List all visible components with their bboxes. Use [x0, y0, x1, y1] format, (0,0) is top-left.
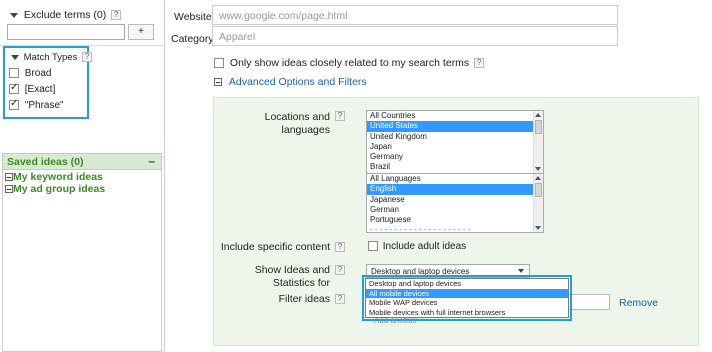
- match-type-phrase[interactable]: "Phrase": [9, 98, 64, 111]
- saved-idea-item[interactable]: My ad group ideas: [5, 183, 105, 195]
- device-dropdown-list[interactable]: Desktop and laptop devices All mobile de…: [365, 278, 569, 318]
- remove-filter-link[interactable]: Remove: [619, 297, 658, 309]
- expand-triangle-icon: [11, 54, 19, 60]
- match-type-label: "Phrase": [24, 100, 64, 111]
- checkbox[interactable]: [214, 58, 224, 69]
- location-option[interactable]: Germany: [367, 152, 543, 162]
- saved-ideas-title: Saved ideas (0): [7, 156, 84, 168]
- website-placeholder: www.google.com/page.html: [219, 10, 348, 22]
- expand-triangle-icon: [10, 12, 18, 18]
- location-option[interactable]: Japan: [367, 142, 543, 152]
- help-icon[interactable]: ?: [474, 58, 485, 69]
- help-icon[interactable]: ?: [335, 294, 345, 304]
- exclude-terms-label: Exclude terms (0): [23, 9, 107, 21]
- language-option[interactable]: Portuguese: [367, 215, 543, 225]
- advanced-options-toggle[interactable]: Advanced Options and Filters: [214, 76, 367, 88]
- scrollbar[interactable]: [533, 174, 543, 232]
- collapse-box-icon[interactable]: [5, 185, 13, 194]
- add-exclude-button[interactable]: +: [128, 24, 154, 40]
- help-icon[interactable]: ?: [81, 52, 92, 63]
- help-icon[interactable]: ?: [335, 242, 345, 252]
- category-label: Category: [171, 33, 214, 45]
- category-input[interactable]: Apparel: [212, 26, 618, 46]
- advanced-options-link[interactable]: Advanced Options and Filters: [229, 76, 367, 88]
- languages-listbox[interactable]: All Languages English Japanese German Po…: [366, 173, 544, 233]
- help-icon[interactable]: ?: [335, 265, 345, 275]
- saved-idea-item[interactable]: My keyword ideas: [5, 171, 103, 183]
- locations-listbox[interactable]: All Countries United States United Kingd…: [366, 110, 544, 174]
- match-types-title: Match Types: [23, 52, 78, 63]
- chevron-down-icon: [518, 269, 524, 273]
- language-option[interactable]: Japanese: [367, 195, 543, 205]
- list-more-indicator: - - - - - - - - - - - - - - - - - - - - …: [370, 225, 471, 233]
- location-option-selected[interactable]: United States: [367, 121, 543, 132]
- left-sidebar: Exclude terms (0) ? + Match Types ? Broa…: [0, 0, 165, 352]
- location-option[interactable]: United Kingdom: [367, 132, 543, 142]
- match-type-label: Broad: [24, 68, 52, 79]
- scrollbar[interactable]: [533, 111, 543, 173]
- include-adult-label: Include adult ideas: [382, 241, 467, 252]
- language-option-selected[interactable]: English: [367, 184, 543, 195]
- device-option[interactable]: Desktop and laptop devices: [366, 279, 568, 289]
- match-type-broad[interactable]: Broad: [9, 68, 51, 79]
- match-type-label: [Exact]: [24, 84, 56, 95]
- filter-ideas-label: Filter ideas: [278, 293, 330, 305]
- checkbox-checked[interactable]: [9, 98, 19, 111]
- help-icon[interactable]: ?: [111, 10, 122, 21]
- device-option[interactable]: Mobile devices with full internet browse…: [366, 308, 568, 318]
- location-option[interactable]: All Countries: [367, 111, 543, 121]
- match-types-header[interactable]: Match Types ?: [11, 52, 92, 63]
- collapse-box-icon[interactable]: [214, 78, 222, 87]
- exclude-terms-header[interactable]: Exclude terms (0) ?: [10, 9, 122, 21]
- device-option[interactable]: Mobile WAP devices: [366, 298, 568, 308]
- website-label: Website: [174, 11, 212, 23]
- closely-related-option[interactable]: Only show ideas closely related to my se…: [214, 57, 485, 69]
- checkbox[interactable]: [9, 68, 19, 79]
- collapse-box-icon[interactable]: [5, 173, 13, 182]
- help-icon[interactable]: ?: [335, 111, 345, 121]
- locations-label: Locations and languages: [264, 111, 330, 136]
- language-option[interactable]: German: [367, 205, 543, 215]
- language-option[interactable]: All Languages: [367, 174, 543, 184]
- saved-idea-label: My keyword ideas: [13, 171, 103, 183]
- match-type-exact[interactable]: [Exact]: [9, 82, 56, 95]
- include-content-label: Include specific content: [220, 241, 330, 253]
- closely-related-label: Only show ideas closely related to my se…: [229, 57, 470, 69]
- website-input[interactable]: www.google.com/page.html: [212, 5, 618, 25]
- exclude-terms-input[interactable]: [7, 24, 125, 40]
- show-ideas-label: Show Ideas and Statistics for: [254, 264, 330, 289]
- checkbox[interactable]: [368, 241, 378, 252]
- saved-idea-label: My ad group ideas: [13, 183, 106, 195]
- checkbox-checked[interactable]: [9, 82, 19, 95]
- collapse-icon[interactable]: –: [148, 154, 155, 168]
- category-placeholder: Apparel: [219, 31, 256, 43]
- saved-ideas-panel: My keyword ideas My ad group ideas: [2, 170, 162, 352]
- advanced-panel: Locations and languages ? All Countries …: [213, 97, 699, 346]
- saved-ideas-header[interactable]: Saved ideas (0) –: [2, 153, 162, 170]
- include-adult-option[interactable]: Include adult ideas: [368, 241, 466, 252]
- location-option[interactable]: Brazil: [367, 162, 543, 172]
- device-option-highlighted[interactable]: All mobile devices: [366, 288, 568, 298]
